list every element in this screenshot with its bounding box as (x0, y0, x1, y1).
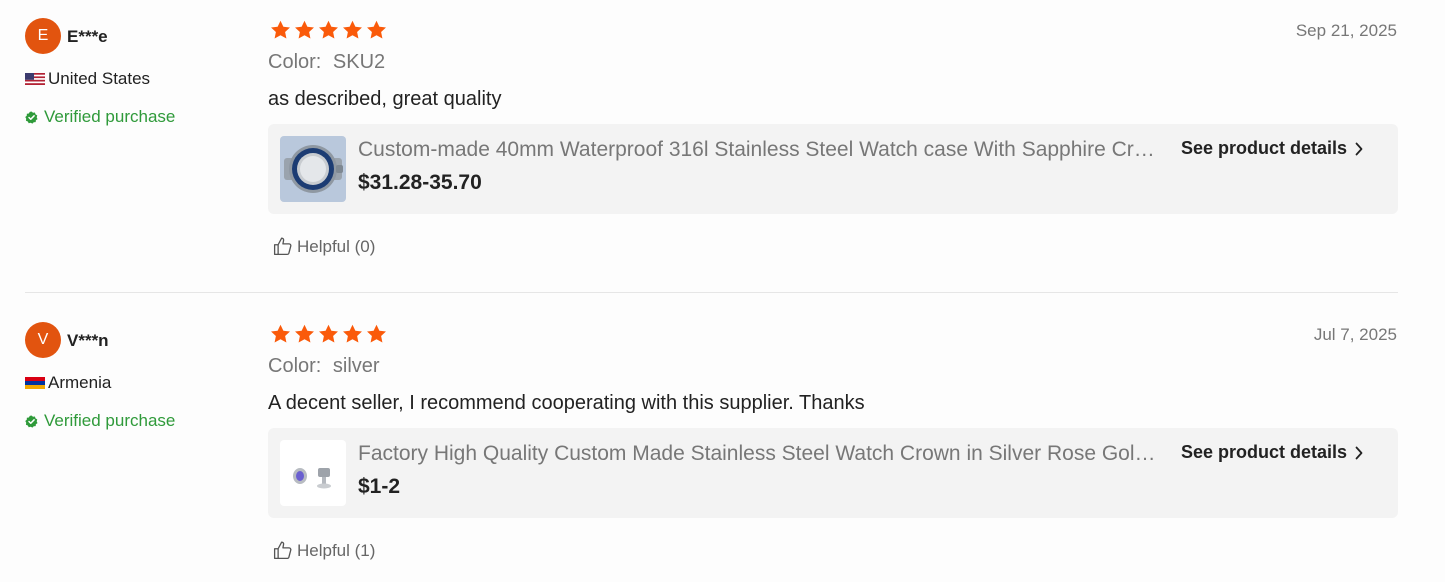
helpful-label: Helpful (1) (297, 540, 376, 560)
thumbs-up-icon (273, 541, 292, 560)
product-price: $1-2 (358, 475, 401, 498)
product-thumbnail[interactable] (280, 136, 346, 202)
star-rating (270, 20, 387, 40)
star-icon (295, 20, 314, 39)
star-icon (319, 20, 338, 39)
helpful-label: Helpful (0) (297, 236, 376, 256)
verified-check-icon (25, 414, 38, 428)
variant-label: Color (268, 355, 316, 377)
variant-label: Color (268, 51, 316, 73)
product-title[interactable]: Custom-made 40mm Waterproof 316l Stainle… (358, 138, 1160, 162)
variant-value: SKU2 (332, 51, 386, 73)
variant-line: Color: silver (268, 355, 380, 378)
thumbs-up-icon (273, 237, 292, 256)
star-icon (319, 324, 338, 343)
helpful-button[interactable]: Helpful (1) (272, 540, 375, 561)
see-product-details-link[interactable]: See product details (1181, 138, 1363, 159)
country-label: Armenia (48, 373, 112, 392)
helpful-button[interactable]: Helpful (0) (272, 236, 375, 257)
variant-separator: : (315, 355, 322, 377)
reviewer-name: V***n (67, 331, 109, 350)
variant-separator: : (315, 51, 322, 73)
product-title[interactable]: Factory High Quality Custom Made Stainle… (358, 442, 1160, 466)
details-link-label: See product details (1181, 138, 1348, 158)
verified-badge: Verified purchase (25, 411, 175, 431)
product-price: $31.28-35.70 (358, 171, 482, 194)
reviewer-country: Armenia (25, 373, 111, 393)
us-flag-icon (25, 73, 45, 85)
star-rating (270, 324, 387, 344)
star-icon (343, 20, 362, 39)
star-icon (367, 20, 386, 39)
product-card[interactable]: Factory High Quality Custom Made Stainle… (268, 428, 1398, 518)
avatar: V (25, 322, 61, 358)
variant-line: Color: SKU2 (268, 51, 385, 74)
product-card[interactable]: Custom-made 40mm Waterproof 316l Stainle… (268, 124, 1398, 214)
watch-crown-image (280, 440, 346, 506)
star-icon (343, 324, 362, 343)
verified-badge: Verified purchase (25, 107, 175, 127)
verified-check-icon (25, 110, 38, 124)
verified-label: Verified purchase (44, 107, 176, 126)
reviewer-country: United States (25, 69, 150, 89)
review-text: A decent seller, I recommend cooperating… (268, 392, 865, 414)
see-product-details-link[interactable]: See product details (1181, 442, 1363, 463)
variant-value: silver (332, 355, 380, 377)
armenia-flag-icon (25, 377, 45, 389)
review-date: Sep 21, 2025 (1295, 21, 1397, 40)
watch-case-image (280, 136, 346, 202)
country-label: United States (48, 69, 151, 88)
star-icon (367, 324, 386, 343)
product-thumbnail[interactable] (280, 440, 346, 506)
chevron-right-icon (1355, 446, 1363, 459)
review-date: Jul 7, 2025 (1313, 325, 1397, 344)
star-icon (271, 20, 290, 39)
review-text: as described, great quality (268, 88, 502, 110)
verified-label: Verified purchase (44, 411, 176, 430)
chevron-right-icon (1355, 142, 1363, 155)
avatar: E (25, 18, 61, 54)
star-icon (295, 324, 314, 343)
review-divider (25, 292, 1398, 293)
reviewer-name: E***e (67, 27, 108, 46)
star-icon (271, 324, 290, 343)
details-link-label: See product details (1181, 442, 1348, 462)
